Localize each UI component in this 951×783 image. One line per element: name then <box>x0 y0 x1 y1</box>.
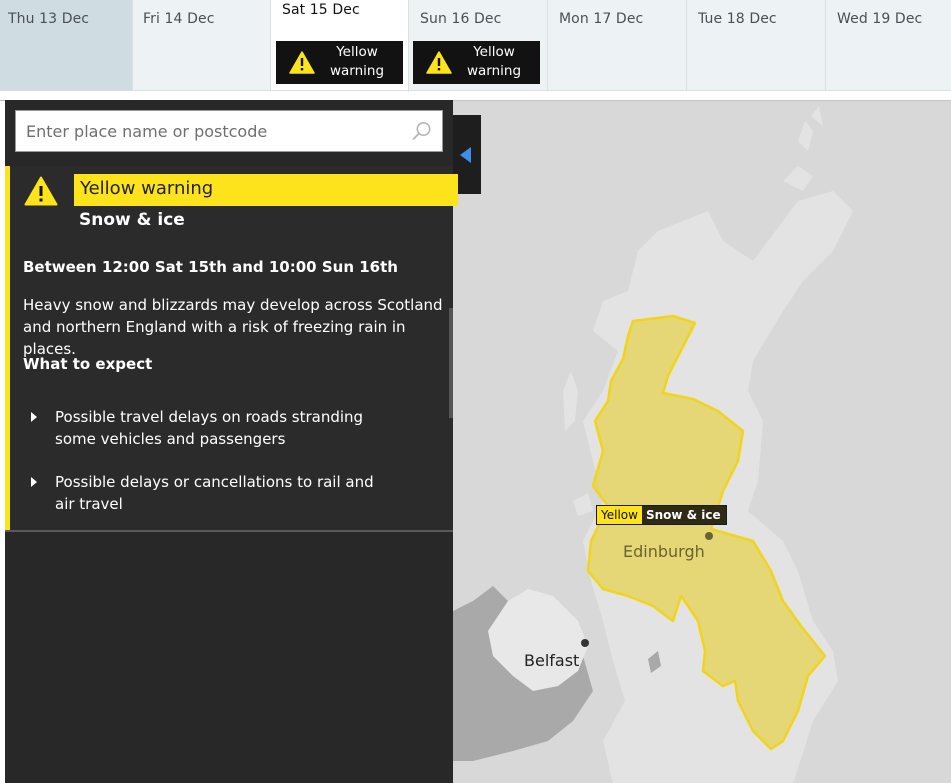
expect-item-text: Possible travel delays on roads strandin… <box>55 408 364 448</box>
island-shetland-a <box>798 121 813 151</box>
map-warning-label[interactable]: Yellow Snow & ice <box>596 505 727 525</box>
search-icon[interactable] <box>412 121 432 141</box>
warning-description: Heavy snow and blizzards may develop acr… <box>23 296 443 358</box>
scrollbar[interactable] <box>449 308 453 418</box>
city-dot-edinburgh <box>705 532 713 540</box>
map-canvas <box>453 106 853 783</box>
warnings-map[interactable]: Yellow Snow & ice Edinburgh Belfast <box>453 100 951 783</box>
day-label: Sun 16 Dec <box>420 11 502 27</box>
day-label: Tue 18 Dec <box>698 11 777 27</box>
badge-label: Yellow warning <box>466 44 522 79</box>
divider <box>0 90 951 91</box>
island-orkney <box>783 166 813 191</box>
warning-period: Between 12:00 Sat 15th and 10:00 Sun 16t… <box>23 258 398 276</box>
day-label: Wed 19 Dec <box>837 11 923 27</box>
warning-card[interactable]: Yellow warning Snow & ice Between 12:00 … <box>5 166 458 531</box>
tab-sun-16[interactable]: Sun 16 Dec Yellow warning <box>409 0 548 90</box>
day-label: Mon 17 Dec <box>559 11 644 27</box>
day-tabs: Thu 13 Dec Fri 14 Dec Sat 15 Dec Yellow … <box>0 0 951 92</box>
tab-wed-19[interactable]: Wed 19 Dec <box>826 0 951 90</box>
tab-tue-18[interactable]: Tue 18 Dec <box>687 0 826 90</box>
what-to-expect-heading: What to expect <box>23 355 153 373</box>
island-mull <box>573 493 593 516</box>
map-warning-type: Snow & ice <box>641 506 726 524</box>
expect-item-text: Possible delays or cancellations to rail… <box>55 473 374 513</box>
warning-triangle-icon <box>289 51 315 74</box>
collapse-panel-icon <box>460 147 471 163</box>
tab-fri-14[interactable]: Fri 14 Dec <box>133 0 271 90</box>
warning-level: Yellow warning <box>74 174 458 206</box>
day-label: Sat 15 Dec <box>282 2 360 18</box>
warning-panel: Yellow warning Snow & ice Between 12:00 … <box>5 100 458 783</box>
day-label: Thu 13 Dec <box>8 11 90 27</box>
warning-triangle-icon <box>426 51 452 74</box>
map-warning-level: Yellow <box>597 506 642 524</box>
tab-thu-13[interactable]: Thu 13 Dec <box>0 0 133 90</box>
search-box <box>15 110 443 152</box>
tab-sat-15[interactable]: Sat 15 Dec Yellow warning <box>271 0 409 92</box>
bullet-arrow-icon <box>31 412 37 422</box>
warning-triangle-icon <box>24 176 58 206</box>
bullet-arrow-icon <box>31 477 37 487</box>
city-dot-belfast <box>581 639 589 647</box>
yellow-warning-badge: Yellow warning <box>276 41 403 84</box>
tab-mon-17[interactable]: Mon 17 Dec <box>548 0 687 90</box>
city-label-belfast: Belfast <box>524 651 580 670</box>
divider <box>5 530 453 532</box>
island-hebrides <box>563 371 578 431</box>
search-input[interactable] <box>16 111 396 151</box>
warning-type: Snow & ice <box>79 210 185 230</box>
yellow-warning-badge: Yellow warning <box>413 41 540 84</box>
island-shetland-b <box>811 106 823 126</box>
badge-label: Yellow warning <box>329 44 385 79</box>
city-label-edinburgh: Edinburgh <box>623 542 705 561</box>
day-label: Fri 14 Dec <box>143 11 215 27</box>
